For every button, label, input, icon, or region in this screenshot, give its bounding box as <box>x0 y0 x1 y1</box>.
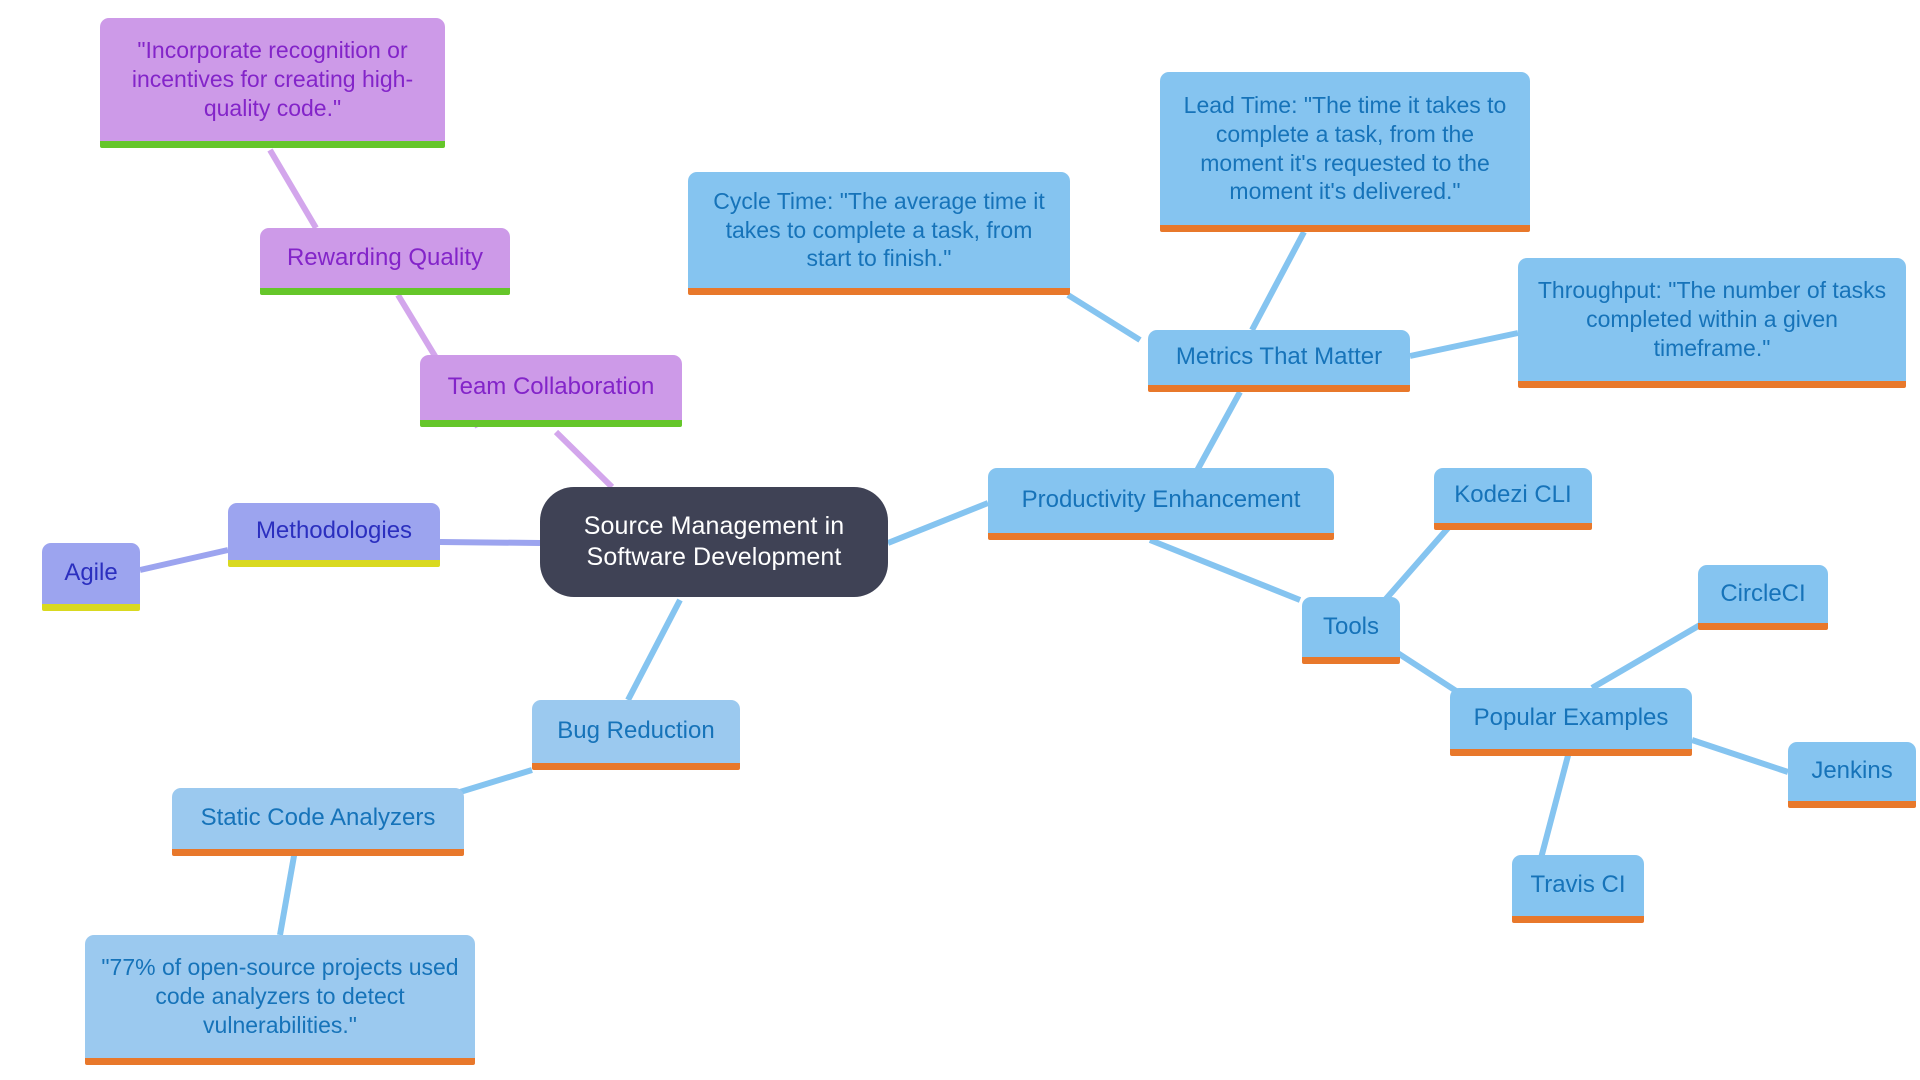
node-analyzers-quote[interactable]: "77% of open-source projects used code a… <box>85 935 475 1065</box>
edge-popular-examples-circleci <box>1590 622 1702 691</box>
node-static-code-analyzers[interactable]: Static Code Analyzers <box>172 788 464 856</box>
node-label: Agile <box>64 559 118 587</box>
edge-popular-examples-travis-ci <box>1537 747 1573 863</box>
node-tools[interactable]: Tools <box>1302 597 1400 664</box>
node-label: Productivity Enhancement <box>1021 486 1301 514</box>
node-label: Tools <box>1322 612 1380 640</box>
node-bug-reduction[interactable]: Bug Reduction <box>532 700 740 770</box>
node-methodologies[interactable]: Methodologies <box>228 503 440 567</box>
edge-tools-kodezi-cli <box>1382 518 1458 602</box>
node-root[interactable]: Source Management in Software Developmen… <box>540 487 888 597</box>
node-label: "77% of open-source projects used code a… <box>101 954 459 1038</box>
node-label: CircleCI <box>1720 579 1806 607</box>
node-popular-examples[interactable]: Popular Examples <box>1450 688 1692 756</box>
node-metrics-that-matter[interactable]: Metrics That Matter <box>1148 330 1410 392</box>
node-label: Cycle Time: "The average time it takes t… <box>713 187 1045 272</box>
node-label: Source Management in Software Developmen… <box>583 511 845 572</box>
node-jenkins[interactable]: Jenkins <box>1788 742 1916 808</box>
node-label: Jenkins <box>1811 757 1893 785</box>
node-label: Popular Examples <box>1473 704 1669 732</box>
edge-bug-reduction-static-analyzers <box>459 767 533 795</box>
edge-popular-examples-jenkins <box>1691 737 1789 775</box>
node-travis-ci[interactable]: Travis CI <box>1512 855 1644 923</box>
edge-rewarding-quality-rewarding-quote <box>267 148 319 230</box>
node-circleci[interactable]: CircleCI <box>1698 565 1828 630</box>
node-label: Methodologies <box>255 517 413 545</box>
edge-productivity-tools <box>1148 537 1302 603</box>
node-cycle-time[interactable]: Cycle Time: "The average time it takes t… <box>688 172 1070 295</box>
edge-metrics-cycle-time <box>1066 292 1142 343</box>
edge-root-team-collaboration <box>553 429 615 490</box>
node-label: Team Collaboration <box>447 373 655 401</box>
edge-root-methodologies <box>439 539 541 546</box>
node-throughput[interactable]: Throughput: "The number of tasks complet… <box>1518 258 1906 388</box>
node-label: "Incorporate recognition or incentives f… <box>131 37 414 121</box>
edge-methodologies-agile <box>139 547 229 573</box>
node-label: Metrics That Matter <box>1175 343 1383 371</box>
edge-metrics-lead-time <box>1249 230 1307 332</box>
node-label: Static Code Analyzers <box>200 804 436 832</box>
node-label: Kodezi CLI <box>1454 481 1572 509</box>
edge-root-productivity-enhancement <box>886 500 990 546</box>
node-label: Rewarding Quality <box>286 243 484 271</box>
node-rewarding-quote[interactable]: "Incorporate recognition or incentives f… <box>100 18 445 148</box>
node-team-collaboration[interactable]: Team Collaboration <box>420 355 682 427</box>
node-rewarding-quality[interactable]: Rewarding Quality <box>260 228 510 295</box>
node-label: Throughput: "The number of tasks complet… <box>1537 277 1887 361</box>
node-lead-time[interactable]: Lead Time: "The time it takes to complet… <box>1160 72 1530 232</box>
node-label: Lead Time: "The time it takes to complet… <box>1183 91 1507 205</box>
node-label: Bug Reduction <box>557 717 715 745</box>
node-productivity-enhancement[interactable]: Productivity Enhancement <box>988 468 1334 540</box>
node-kodezi-cli[interactable]: Kodezi CLI <box>1434 468 1592 530</box>
edge-metrics-throughput <box>1409 330 1519 359</box>
edge-root-bug-reduction <box>625 598 683 702</box>
node-label: Travis CI <box>1530 871 1626 899</box>
node-agile[interactable]: Agile <box>42 543 140 611</box>
mindmap-canvas: "Incorporate recognition or incentives f… <box>0 0 1920 1080</box>
